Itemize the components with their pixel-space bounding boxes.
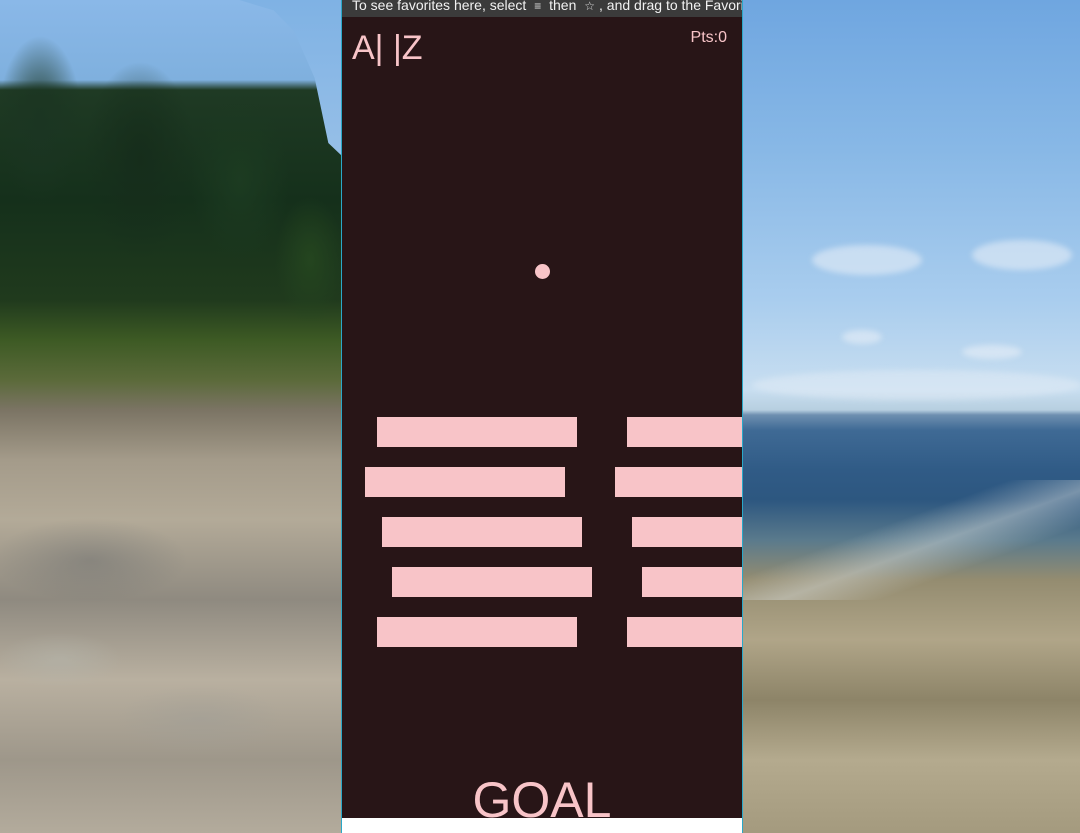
goal-label: GOAL bbox=[472, 772, 612, 818]
obstacle-bar bbox=[642, 567, 742, 597]
favorites-hint-text: To see favorites here, select bbox=[352, 0, 527, 13]
window-bottom-strip bbox=[342, 818, 742, 833]
move-right-control[interactable]: |Z bbox=[393, 29, 423, 67]
obstacle-bar bbox=[365, 467, 565, 497]
obstacle-bar bbox=[615, 467, 742, 497]
favorites-hint-text: then bbox=[549, 0, 577, 13]
favorites-bar: To see favorites here, select ≡ then ☆, … bbox=[342, 0, 742, 18]
obstacle-bar bbox=[377, 417, 577, 447]
obstacle-bar bbox=[627, 417, 742, 447]
wallpaper-cloud bbox=[842, 330, 882, 344]
wallpaper-trees bbox=[0, 0, 342, 420]
obstacle-bar bbox=[392, 567, 592, 597]
wallpaper-cloud bbox=[962, 345, 1022, 359]
star-icon: ☆ bbox=[584, 0, 596, 13]
desktop-wallpaper-right bbox=[742, 0, 1080, 833]
menu-icon: ≡ bbox=[534, 0, 542, 13]
obstacle-bar bbox=[632, 517, 742, 547]
controls: A| |Z bbox=[352, 29, 423, 68]
obstacle-bar bbox=[627, 617, 742, 647]
obstacle-bar bbox=[382, 517, 582, 547]
wallpaper-cloud bbox=[972, 240, 1072, 270]
game-canvas[interactable]: A| |Z Pts:0 GOAL bbox=[342, 17, 742, 818]
move-left-control[interactable]: A| bbox=[352, 29, 384, 67]
desktop-wallpaper-left bbox=[0, 0, 342, 833]
wallpaper-cloud bbox=[752, 370, 1080, 400]
wallpaper-shoreline bbox=[742, 480, 1080, 600]
game-window: To see favorites here, select ≡ then ☆, … bbox=[341, 0, 743, 833]
favorites-hint-text: , and drag to the Favorites bar bbox=[599, 0, 742, 13]
wallpaper-cloud bbox=[812, 245, 922, 275]
ball-icon bbox=[535, 264, 550, 279]
obstacle-bar bbox=[377, 617, 577, 647]
score-display: Pts:0 bbox=[690, 29, 727, 46]
